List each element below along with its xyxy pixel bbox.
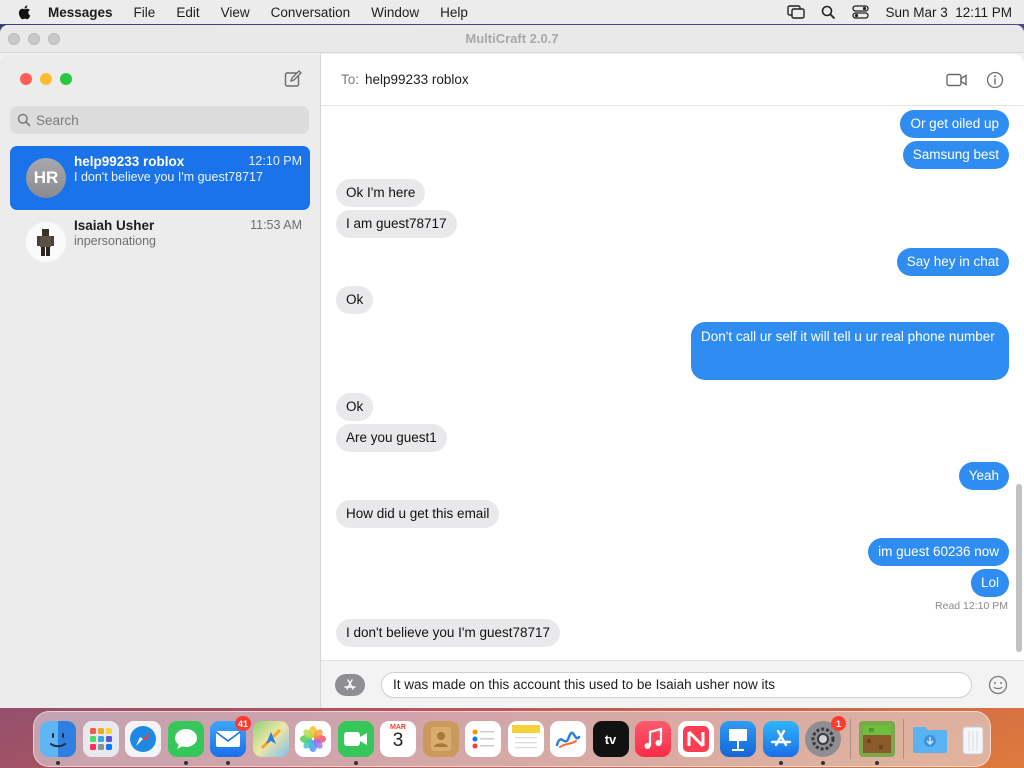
menu-help[interactable]: Help <box>440 5 468 20</box>
recipient-name[interactable]: help99233 roblox <box>365 72 469 87</box>
facetime-video-icon[interactable] <box>946 73 968 87</box>
menu-conversation[interactable]: Conversation <box>271 5 351 20</box>
conversation-preview: I don't believe you I'm guest78717 <box>74 170 263 184</box>
reminders-icon[interactable] <box>465 721 501 757</box>
window-title: MultiCraft 2.0.7 <box>465 31 559 46</box>
message-bubble-outgoing[interactable]: im guest 60236 now <box>868 538 1009 566</box>
info-icon[interactable] <box>986 71 1004 89</box>
apple-tv-label: tv <box>604 731 617 747</box>
conversation-sidebar: Search HR help99233 roblox 12:10 PM I do… <box>0 54 321 708</box>
facetime-icon[interactable] <box>337 721 374 765</box>
roblox-avatar-icon <box>26 222 66 262</box>
music-icon[interactable] <box>635 721 671 757</box>
conversation-item-help99233[interactable]: HR help99233 roblox 12:10 PM I don't bel… <box>10 146 310 210</box>
keynote-icon[interactable] <box>720 721 756 757</box>
message-composer: It was made on this account this used to… <box>321 660 1024 708</box>
menu-view[interactable]: View <box>221 5 250 20</box>
message-bubble-outgoing[interactable]: Say hey in chat <box>896 248 1009 276</box>
message-bubble-incoming[interactable]: Ok <box>336 286 374 314</box>
search-placeholder: Search <box>36 112 79 128</box>
downloads-folder-icon[interactable] <box>912 721 948 757</box>
search-icon <box>17 113 31 127</box>
mail-badge: 41 <box>234 716 251 731</box>
message-bubble-incoming[interactable]: I am guest78717 <box>336 210 457 238</box>
conversation-name: help99233 roblox <box>74 154 185 169</box>
calendar-day: 3 <box>392 730 404 751</box>
app-store-apps-button[interactable] <box>335 673 365 696</box>
message-bubble-outgoing[interactable]: Yeah <box>958 462 1009 490</box>
mail-icon[interactable]: 41 <box>210 716 251 765</box>
zoom-button[interactable] <box>60 73 72 85</box>
message-bubble-incoming[interactable]: Ok <box>336 393 374 421</box>
menu-file[interactable]: File <box>134 5 156 20</box>
search-field[interactable]: Search <box>10 106 309 134</box>
photos-icon[interactable] <box>295 721 331 757</box>
conversation-name: Isaiah Usher <box>74 218 155 233</box>
dock: 41 MAR 3 tv 1 <box>33 711 991 767</box>
launchpad-icon[interactable] <box>82 721 119 757</box>
menu-window[interactable]: Window <box>371 5 419 20</box>
scrollbar-thumb[interactable] <box>1016 484 1022 652</box>
maps-icon[interactable] <box>252 721 289 757</box>
message-bubble-outgoing[interactable]: Lol <box>970 569 1009 597</box>
conversation-time: 12:10 PM <box>248 154 302 168</box>
avatar <box>26 222 66 262</box>
app-store-icon <box>344 678 356 690</box>
messages-window: Search HR help99233 roblox 12:10 PM I do… <box>0 54 1024 708</box>
calendar-icon[interactable]: MAR 3 <box>380 721 416 757</box>
message-input[interactable]: It was made on this account this used to… <box>381 671 972 698</box>
conversation-item-isaiah-usher[interactable]: Isaiah Usher 11:53 AM inpersonationg <box>10 210 310 274</box>
apple-tv-icon[interactable]: tv <box>592 721 629 757</box>
contacts-icon[interactable] <box>422 721 459 757</box>
menu-app-name[interactable]: Messages <box>48 5 113 20</box>
system-settings-icon[interactable]: 1 <box>805 716 846 765</box>
system-settings-badge: 1 <box>831 716 846 731</box>
spotlight-search-icon[interactable] <box>821 5 836 20</box>
minimize-button[interactable] <box>40 73 52 85</box>
news-icon[interactable] <box>677 721 714 757</box>
message-bubble-incoming[interactable]: Ok I'm here <box>336 179 426 207</box>
chat-pane: To: help99233 roblox Or get oiled up Sam… <box>321 54 1024 708</box>
chat-header: To: help99233 roblox <box>321 54 1024 106</box>
close-button[interactable] <box>20 73 32 85</box>
screen-mirroring-icon[interactable] <box>787 5 806 19</box>
menu-bar: Messages File Edit View Conversation Win… <box>0 0 1024 24</box>
safari-icon[interactable] <box>125 721 161 757</box>
multicraft-icon[interactable] <box>858 721 895 765</box>
freeform-icon[interactable] <box>550 721 586 757</box>
multicraft-window: MultiCraft 2.0.7 Search HR help99233 rob… <box>0 25 1024 708</box>
menubar-clock[interactable]: Sun Mar 3 12:11 PM <box>885 5 1012 20</box>
dock-separator <box>903 719 904 759</box>
message-bubble-incoming[interactable]: How did u get this email <box>336 500 500 528</box>
read-receipt: Read 12:10 PM <box>935 600 1008 612</box>
conversation-time: 11:53 AM <box>250 218 302 232</box>
multicraft-titlebar: MultiCraft 2.0.7 <box>0 25 1024 53</box>
finder-icon[interactable] <box>40 721 76 765</box>
trash-icon[interactable] <box>955 721 991 757</box>
conversation-preview: inpersonationg <box>74 234 157 248</box>
message-bubble-outgoing[interactable]: Don't call ur self it will tell u ur rea… <box>691 322 1009 380</box>
dock-separator <box>849 719 851 759</box>
menu-edit[interactable]: Edit <box>176 5 199 20</box>
avatar: HR <box>26 158 66 198</box>
control-center-icon[interactable] <box>852 5 870 19</box>
to-label: To: <box>341 72 360 87</box>
message-bubble-incoming[interactable]: I don't believe you I'm guest78717 <box>336 619 561 647</box>
message-bubble-outgoing[interactable]: Samsung best <box>902 141 1009 169</box>
compose-icon[interactable] <box>284 70 302 88</box>
emoji-icon[interactable] <box>988 675 1008 695</box>
messages-icon[interactable] <box>167 721 204 765</box>
app-store-icon[interactable] <box>762 721 799 765</box>
notes-icon[interactable] <box>507 721 544 757</box>
apple-menu-icon[interactable] <box>16 3 34 21</box>
message-bubble-outgoing[interactable]: Or get oiled up <box>900 110 1009 138</box>
message-bubble-incoming[interactable]: Are you guest1 <box>336 424 447 452</box>
